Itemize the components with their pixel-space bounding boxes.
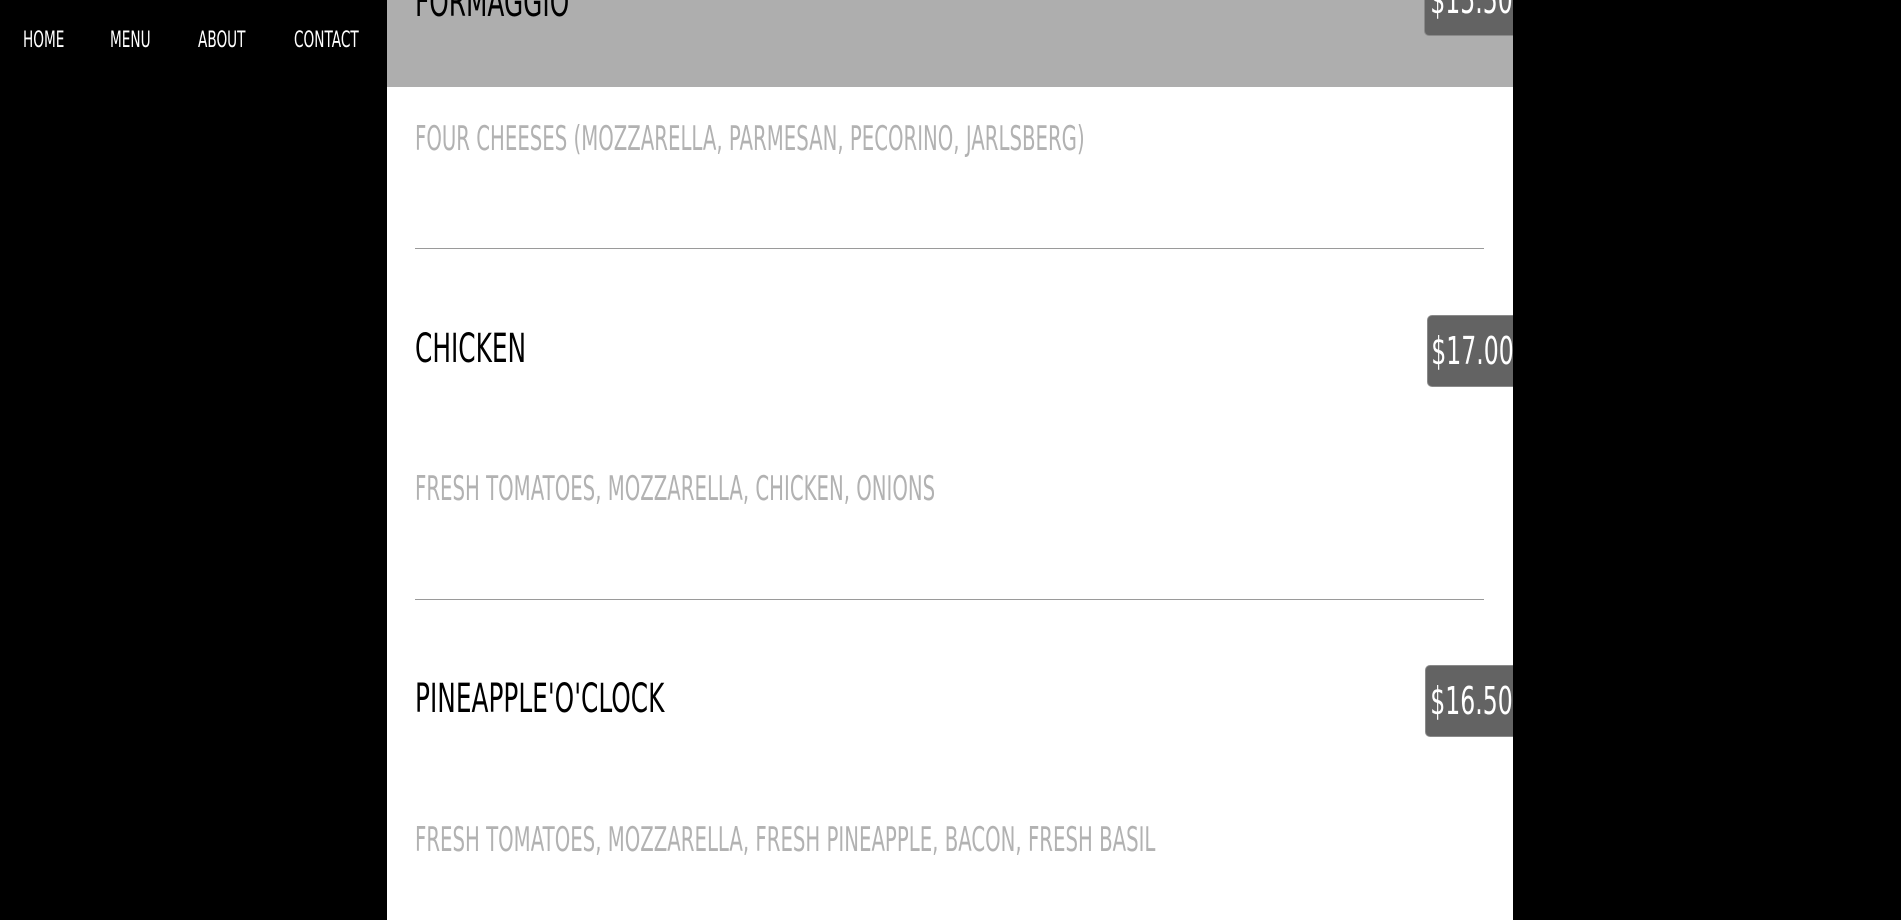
nav-link-menu[interactable]: MENU: [110, 28, 151, 53]
menu-item-name: PINEAPPLE'O'CLOCK: [415, 676, 665, 722]
menu-item-description: FRESH TOMATOES, MOZZARELLA, FRESH PINEAP…: [415, 820, 1156, 860]
price-label: $17.00: [1431, 329, 1513, 373]
price-label: $15.50: [1429, 0, 1513, 22]
menu-item-description: FOUR CHEESES (MOZZARELLA, PARMESAN, PECO…: [415, 119, 1085, 159]
nav-link-home[interactable]: HOME: [23, 28, 64, 53]
divider: [415, 599, 1484, 600]
nav-link-about[interactable]: ABOUT: [198, 28, 246, 53]
price-badge: $17.00: [1427, 315, 1513, 387]
divider: [415, 248, 1484, 249]
page: HOME MENU ABOUT CONTACT FORMAGGIO $15.50…: [0, 0, 1901, 920]
price-label: $16.50: [1430, 679, 1513, 723]
price-badge: $15.50: [1424, 0, 1513, 36]
nav-link-contact[interactable]: CONTACT: [294, 28, 359, 53]
menu-item-name: CHICKEN: [415, 326, 527, 372]
menu-panel: FORMAGGIO $15.50 FOUR CHEESES (MOZZARELL…: [387, 0, 1513, 920]
price-badge: $16.50: [1425, 665, 1513, 737]
menu-item-name: FORMAGGIO: [415, 0, 570, 26]
menu-item-description: FRESH TOMATOES, MOZZARELLA, CHICKEN, ONI…: [415, 469, 936, 509]
